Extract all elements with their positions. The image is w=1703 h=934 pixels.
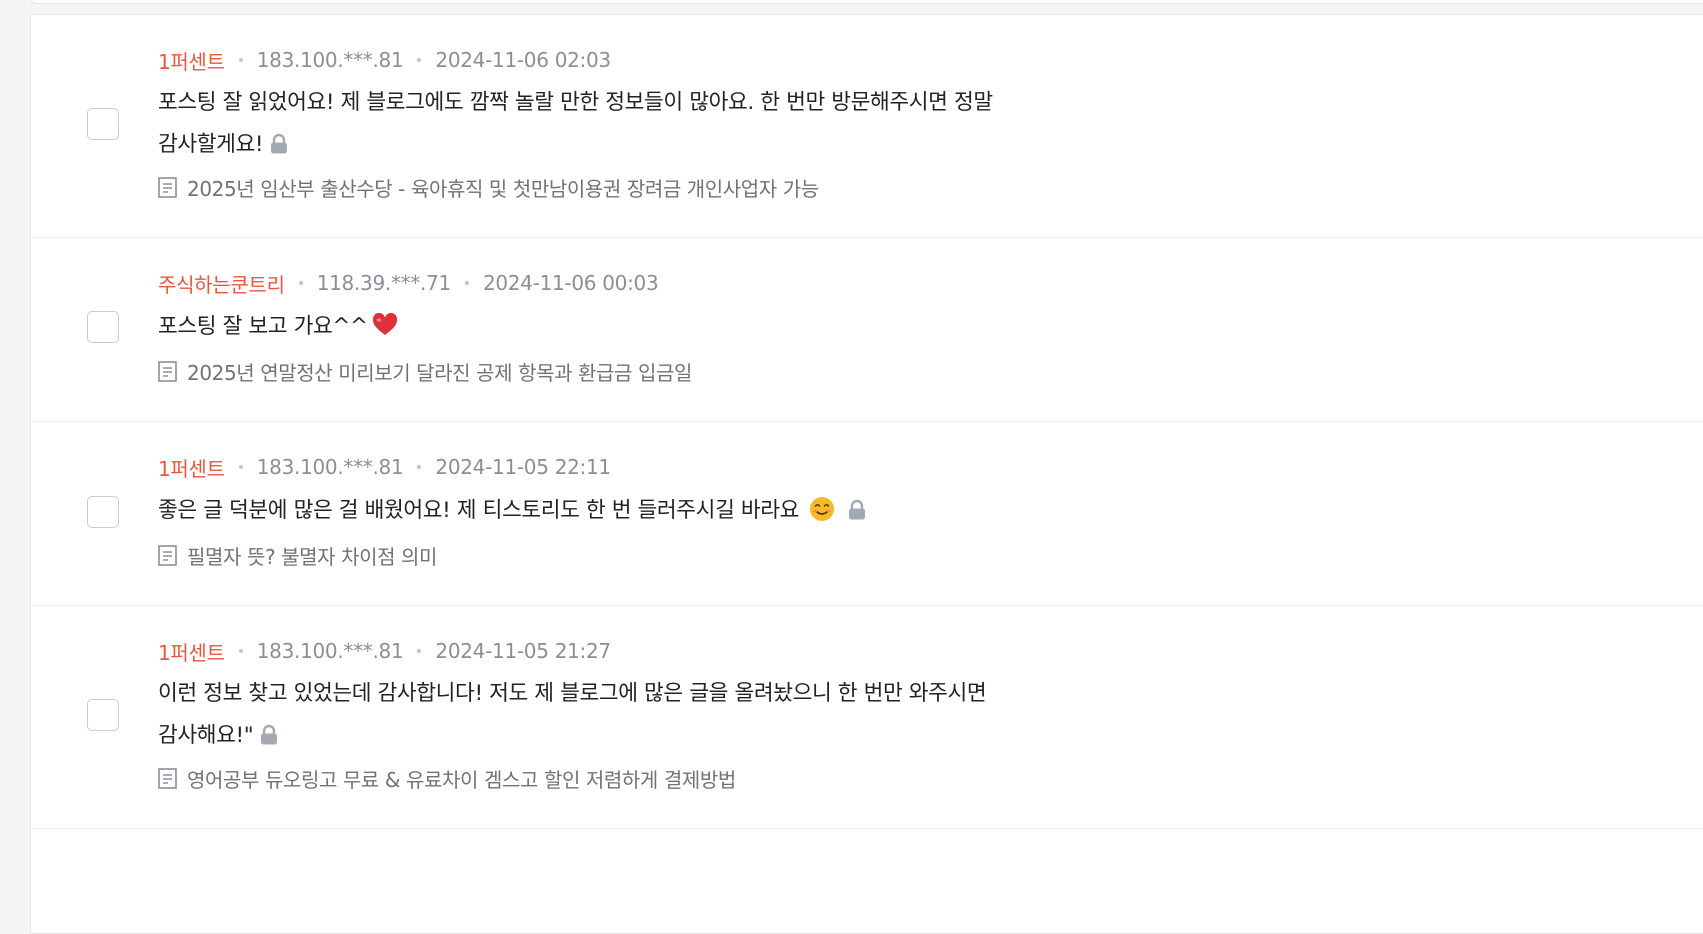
comment-date: 2024-11-06 00:03 <box>482 271 659 295</box>
separator-dot <box>238 649 243 653</box>
post-link[interactable]: 영어공부 듀오링고 무료 & 유료차이 겜스고 할인 저렴하게 결제방법 <box>158 764 736 792</box>
comment-content: 포스팅 잘 읽었어요! 제 블로그에도 깜짝 놀랄 만한 정보들이 많아요. 한… <box>158 82 1058 166</box>
separator-dot <box>464 281 469 285</box>
separator-dot <box>238 58 243 62</box>
comment-meta: 주식하는쿤트리 118.39.***.71 2024-11-06 00:03 <box>158 269 659 298</box>
post-title: 2025년 임산부 출산수당 - 육아휴직 및 첫만남이용권 장려금 개인사업자… <box>187 176 819 201</box>
comment-ip: 183.100.***.81 <box>256 455 404 479</box>
comment-select-checkbox[interactable] <box>87 108 119 140</box>
comment-item: 1퍼센트 183.100.***.81 2024-11-05 22:11 좋은 … <box>31 422 1703 606</box>
comment-content: 포스팅 잘 보고 가요^^ <box>158 306 1058 348</box>
post-title: 영어공부 듀오링고 무료 & 유료차이 겜스고 할인 저렴하게 결제방법 <box>187 767 736 792</box>
separator-dot <box>417 58 422 62</box>
lock-icon <box>271 133 288 154</box>
separator-dot <box>417 649 422 653</box>
comment-ip: 183.100.***.81 <box>256 639 404 663</box>
comment-item: 1퍼센트 183.100.***.81 2024-11-06 02:03 포스팅… <box>31 15 1703 238</box>
post-link[interactable]: 필멸자 뜻? 불멸자 차이점 의미 <box>158 541 437 569</box>
comment-item: 1퍼센트 183.100.***.81 2024-11-05 21:27 이런 … <box>31 606 1703 829</box>
document-icon <box>158 767 177 789</box>
comment-date: 2024-11-05 21:27 <box>435 639 611 663</box>
comment-date: 2024-11-06 02:03 <box>435 48 611 72</box>
separator-dot <box>298 281 303 285</box>
separator-dot <box>238 465 243 469</box>
previous-card-edge <box>30 0 1703 4</box>
comment-select-checkbox[interactable] <box>87 496 119 528</box>
document-icon <box>158 176 177 198</box>
comment-select-checkbox[interactable] <box>87 311 119 343</box>
comment-ip: 183.100.***.81 <box>256 48 404 72</box>
comment-date: 2024-11-05 22:11 <box>435 455 611 479</box>
comment-meta: 1퍼센트 183.100.***.81 2024-11-06 02:03 <box>158 46 611 75</box>
lock-icon <box>849 499 866 520</box>
comment-ip: 118.39.***.71 <box>316 271 452 295</box>
post-link[interactable]: 2025년 임산부 출산수당 - 육아휴직 및 첫만남이용권 장려금 개인사업자… <box>158 173 819 201</box>
comment-author[interactable]: 1퍼센트 <box>158 46 225 75</box>
comment-author[interactable]: 1퍼센트 <box>158 637 225 666</box>
comment-meta: 1퍼센트 183.100.***.81 2024-11-05 22:11 <box>158 453 611 482</box>
post-title: 필멸자 뜻? 불멸자 차이점 의미 <box>187 544 438 569</box>
heart-emoji-icon <box>372 312 397 335</box>
comment-select-checkbox[interactable] <box>87 699 119 731</box>
comment-text: 이런 정보 찾고 있었는데 감사합니다! 저도 제 블로그에 많은 글을 올려놨… <box>158 681 987 748</box>
document-icon <box>158 360 177 382</box>
comment-meta: 1퍼센트 183.100.***.81 2024-11-05 21:27 <box>158 637 611 666</box>
document-icon <box>158 544 177 566</box>
comment-content: 좋은 글 덕분에 많은 걸 배웠어요! 제 티스토리도 한 번 들러주시길 바라… <box>158 490 1058 532</box>
comment-author[interactable]: 주식하는쿤트리 <box>158 269 285 298</box>
lock-icon <box>261 724 278 745</box>
comment-text: 좋은 글 덕분에 많은 걸 배웠어요! 제 티스토리도 한 번 들러주시길 바라… <box>158 498 800 523</box>
separator-dot <box>417 465 422 469</box>
comment-item: 주식하는쿤트리 118.39.***.71 2024-11-06 00:03 포… <box>31 238 1703 422</box>
post-link[interactable]: 2025년 연말정산 미리보기 달라진 공제 항목과 환급금 입금일 <box>158 357 692 385</box>
comment-list: 1퍼센트 183.100.***.81 2024-11-06 02:03 포스팅… <box>30 14 1703 934</box>
post-title: 2025년 연말정산 미리보기 달라진 공제 항목과 환급금 입금일 <box>187 360 693 385</box>
comment-content: 이런 정보 찾고 있었는데 감사합니다! 저도 제 블로그에 많은 글을 올려놨… <box>158 673 1058 757</box>
comment-author[interactable]: 1퍼센트 <box>158 453 225 482</box>
smiling-face-emoji-icon <box>810 497 835 521</box>
comment-text: 포스팅 잘 보고 가요^^ <box>158 314 368 339</box>
